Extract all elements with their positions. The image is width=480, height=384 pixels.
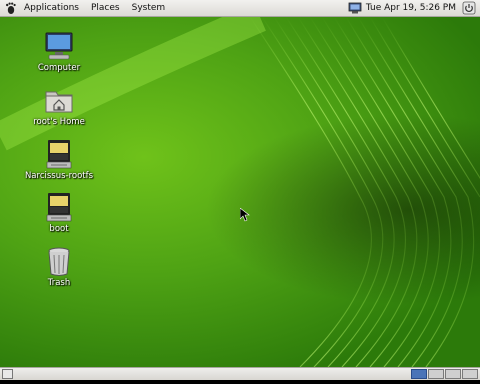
computer-icon xyxy=(43,30,75,62)
home-folder-icon xyxy=(43,84,75,116)
desktop-icon-label: Computer xyxy=(37,63,81,73)
desktop-icon-computer[interactable]: Computer xyxy=(19,30,99,73)
desktop-icon-label: Narcissus-rootfs xyxy=(24,171,94,181)
desktop-icon-boot[interactable]: boot xyxy=(19,191,99,234)
desktop-icon-label: root's Home xyxy=(33,117,85,127)
clock[interactable]: Tue Apr 19, 5:26 PM xyxy=(366,3,456,13)
desktop-icon-label: boot xyxy=(49,224,69,234)
workspace-1[interactable] xyxy=(411,369,427,379)
mouse-pointer-icon xyxy=(240,208,250,222)
desktop-icon-label: Trash xyxy=(47,278,71,288)
menu-system[interactable]: System xyxy=(126,0,172,16)
menu-applications[interactable]: Applications xyxy=(22,0,85,16)
bottom-panel xyxy=(0,367,480,380)
gnome-foot-icon[interactable] xyxy=(4,1,18,15)
logout-icon[interactable] xyxy=(462,1,476,15)
drive-icon xyxy=(43,191,75,223)
workspace-3[interactable] xyxy=(445,369,461,379)
drive-icon xyxy=(43,138,75,170)
top-panel: Applications Places System Tue Apr 19, 5… xyxy=(0,0,480,17)
desktop-background[interactable]: Computer root's Home Narcissus-rootfs bo… xyxy=(0,17,480,367)
workspace-2[interactable] xyxy=(428,369,444,379)
desktop-icon-home[interactable]: root's Home xyxy=(19,84,99,127)
screen-bottom-border xyxy=(0,380,480,384)
trash-icon xyxy=(43,245,75,277)
desktop-icon-trash[interactable]: Trash xyxy=(19,245,99,288)
network-monitor-icon[interactable] xyxy=(348,2,362,14)
workspace-4[interactable] xyxy=(462,369,478,379)
desktop-icon-narcissus-rootfs[interactable]: Narcissus-rootfs xyxy=(19,138,99,181)
menu-places[interactable]: Places xyxy=(85,0,126,16)
show-desktop-button[interactable] xyxy=(2,369,13,379)
